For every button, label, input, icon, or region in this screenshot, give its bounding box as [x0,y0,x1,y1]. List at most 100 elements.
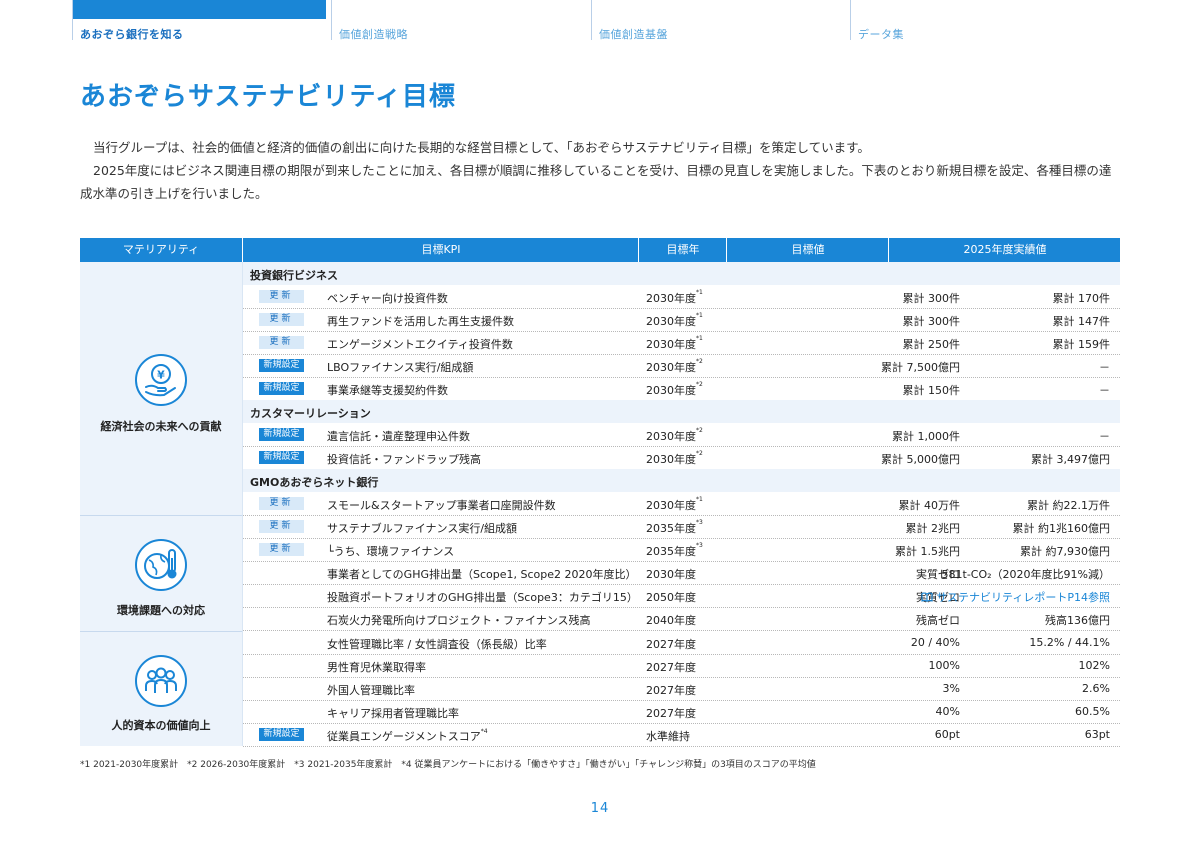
tab-label: 価値創造基盤 [599,28,668,41]
result-cell: 累計 3,497億円 [1031,453,1110,466]
footnote-ref: *1 [696,312,703,319]
footnote-ref: *2 [696,358,703,365]
target-year-cell: 2027年度 [646,638,696,651]
globe-thermometer-icon [134,538,188,592]
target-value-cell: 60pt [934,728,960,741]
new-badge: 新規設定 [259,428,304,441]
tab-about-aozora[interactable]: あおぞら銀行を知る [72,0,326,41]
target-year-cell: 2030年度 [646,568,696,581]
table-row: 事業者としてのGHG排出量（Scope1, Scope2 2020年度比） 20… [243,561,1120,585]
kpi-cell: 投資信託・ファンドラップ残高 [327,453,481,466]
tab-label: 価値創造戦略 [339,28,408,41]
footnote-ref: *2 [696,450,703,457]
header-target-value: 目標値 [726,238,889,262]
tab-label: あおぞら銀行を知る [80,28,184,41]
tab-value-foundation[interactable]: 価値創造基盤 [591,0,851,41]
footnote: *1 2021-2030年度累計 *2 2026-2030年度累計 *3 202… [80,760,816,770]
footnote-ref: *1 [696,496,703,503]
update-badge: 更新 [259,290,304,303]
new-badge: 新規設定 [259,728,304,741]
footnote-ref: *4 [480,728,488,735]
footnote-ref: *3 [696,542,703,549]
result-cell: 63pt [1084,728,1110,741]
header-target-year: 目標年 [638,238,727,262]
target-year-cell: 2030年度 [646,499,696,512]
kpi-cell: エンゲージメントエクイティ投資件数 [327,338,513,351]
svg-text:¥: ¥ [157,369,165,382]
result-cell: － [1099,384,1110,397]
kpi-group-header: 投資銀行ビジネス [243,262,1120,285]
footnote-ref: *1 [696,335,703,342]
table-row: 投融資ポートフォリオのGHG排出量（Scope3：カテゴリ15） 2050年度 … [243,584,1120,608]
target-year-cell: 2040年度 [646,614,696,627]
kpi-cell: 男性育児休業取得率 [327,661,426,674]
kpi-group-header: GMOあおぞらネット銀行 [243,469,1120,492]
kpi-cell: サステナブルファイナンス実行/組成額 [327,522,518,535]
group-label: カスタマーリレーション [250,407,371,420]
target-year-cell: 2027年度 [646,707,696,720]
group-label: GMOあおぞらネット銀行 [250,476,379,489]
update-badge: 更新 [259,520,304,533]
kpi-cell: └うち、環境ファイナンス [327,545,455,558]
target-value-cell: 累計 300件 [902,292,961,305]
target-year-cell: 2030年度 [646,338,696,351]
tab-value-strategy[interactable]: 価値創造戦略 [331,0,592,41]
target-year-cell: 2027年度 [646,684,696,697]
kpi-cell: ベンチャー向け投資件数 [327,292,448,305]
result-cell: 60.5% [1075,705,1110,718]
target-year-cell: 2030年度 [646,453,696,466]
intro-paragraph: 2025年度にはビジネス関連目標の期限が到来したことに加え、各目標が順調に推移し… [80,163,1112,201]
kpi-cell: 石炭火力発電所向けプロジェクト・ファイナンス残高 [327,614,591,627]
materiality-label: 経済社会の未来への貢献 [100,420,222,433]
kpi-cell: 事業承継等支援契約件数 [327,384,448,397]
target-value-cell: 累計 300件 [902,315,961,328]
table-row: 新規設定 LBOファイナンス実行/組成額 2030年度*2 累計 7,500億円… [243,354,1120,378]
table-row: 更新 ベンチャー向け投資件数 2030年度*1 累計 300件 累計 170件 [243,285,1120,309]
table-row: 更新 サステナブルファイナンス実行/組成額 2035年度*3 累計 2兆円 累計… [243,515,1120,539]
target-value-cell: 累計 5,000億円 [881,453,960,466]
result-cell: 2.6% [1082,682,1110,695]
result-cell: － [1099,361,1110,374]
result-cell: 15.2% / 44.1% [1029,636,1110,649]
header-result-2025: 2025年度実績値 [888,238,1121,262]
materiality-label: 環境課題への対応 [117,604,205,617]
kpi-cell: キャリア採用者管理職比率 [327,707,459,720]
table-row: 外国人管理職比率 2027年度 3% 2.6% [243,677,1120,701]
header-kpi: 目標KPI [242,238,639,262]
update-badge: 更新 [259,336,304,349]
result-cell: 累計 159件 [1052,338,1111,351]
update-badge: 更新 [259,313,304,326]
book-icon [921,592,933,602]
footnote-ref: *2 [696,427,703,434]
page-number: 14 [590,801,610,816]
target-value-cell: 累計 1,000件 [892,430,960,443]
result-cell: － [1099,430,1110,443]
kpi-cell: スモール&スタートアップ事業者口座開設件数 [327,499,556,512]
result-cell: 累計 147件 [1052,315,1111,328]
new-badge: 新規設定 [259,382,304,395]
report-link-label: サステナビリティレポートP14参照 [936,591,1110,604]
intro-text: 当行グループは、社会的価値と経済的価値の創出に向けた長期的な経営目標として、「あ… [80,136,1122,205]
people-icon [134,654,188,708]
result-cell: 累計 約7,930億円 [1020,545,1110,558]
group-label: 投資銀行ビジネス [250,269,338,282]
target-year-cell: 2030年度 [646,292,696,305]
report-link[interactable]: サステナビリティレポートP14参照 [921,589,1110,605]
kpi-group-header: カスタマーリレーション [243,400,1120,423]
result-cell: 581t-CO₂（2020年度比91%減） [941,568,1110,581]
result-cell: 累計 170件 [1052,292,1111,305]
result-cell: 累計 約22.1万件 [1027,499,1110,512]
update-badge: 更新 [259,543,304,556]
target-value-cell: 100% [928,659,960,672]
target-year-cell: 2027年度 [646,661,696,674]
update-badge: 更新 [259,497,304,510]
tab-label: データ集 [858,28,904,41]
target-year-cell: 2030年度 [646,430,696,443]
table-row: 新規設定 従業員エンゲージメントスコア*4 水準維持 60pt 63pt [243,723,1120,747]
target-year-cell: 2030年度 [646,361,696,374]
kpi-cell: 事業者としてのGHG排出量（Scope1, Scope2 2020年度比） [327,568,637,581]
table-row: 男性育児休業取得率 2027年度 100% 102% [243,654,1120,678]
table-row: 女性管理職比率 / 女性調査役（係長級）比率 2027年度 20 / 40% 1… [243,631,1120,655]
tab-data[interactable]: データ集 [850,0,1121,41]
new-badge: 新規設定 [259,359,304,372]
